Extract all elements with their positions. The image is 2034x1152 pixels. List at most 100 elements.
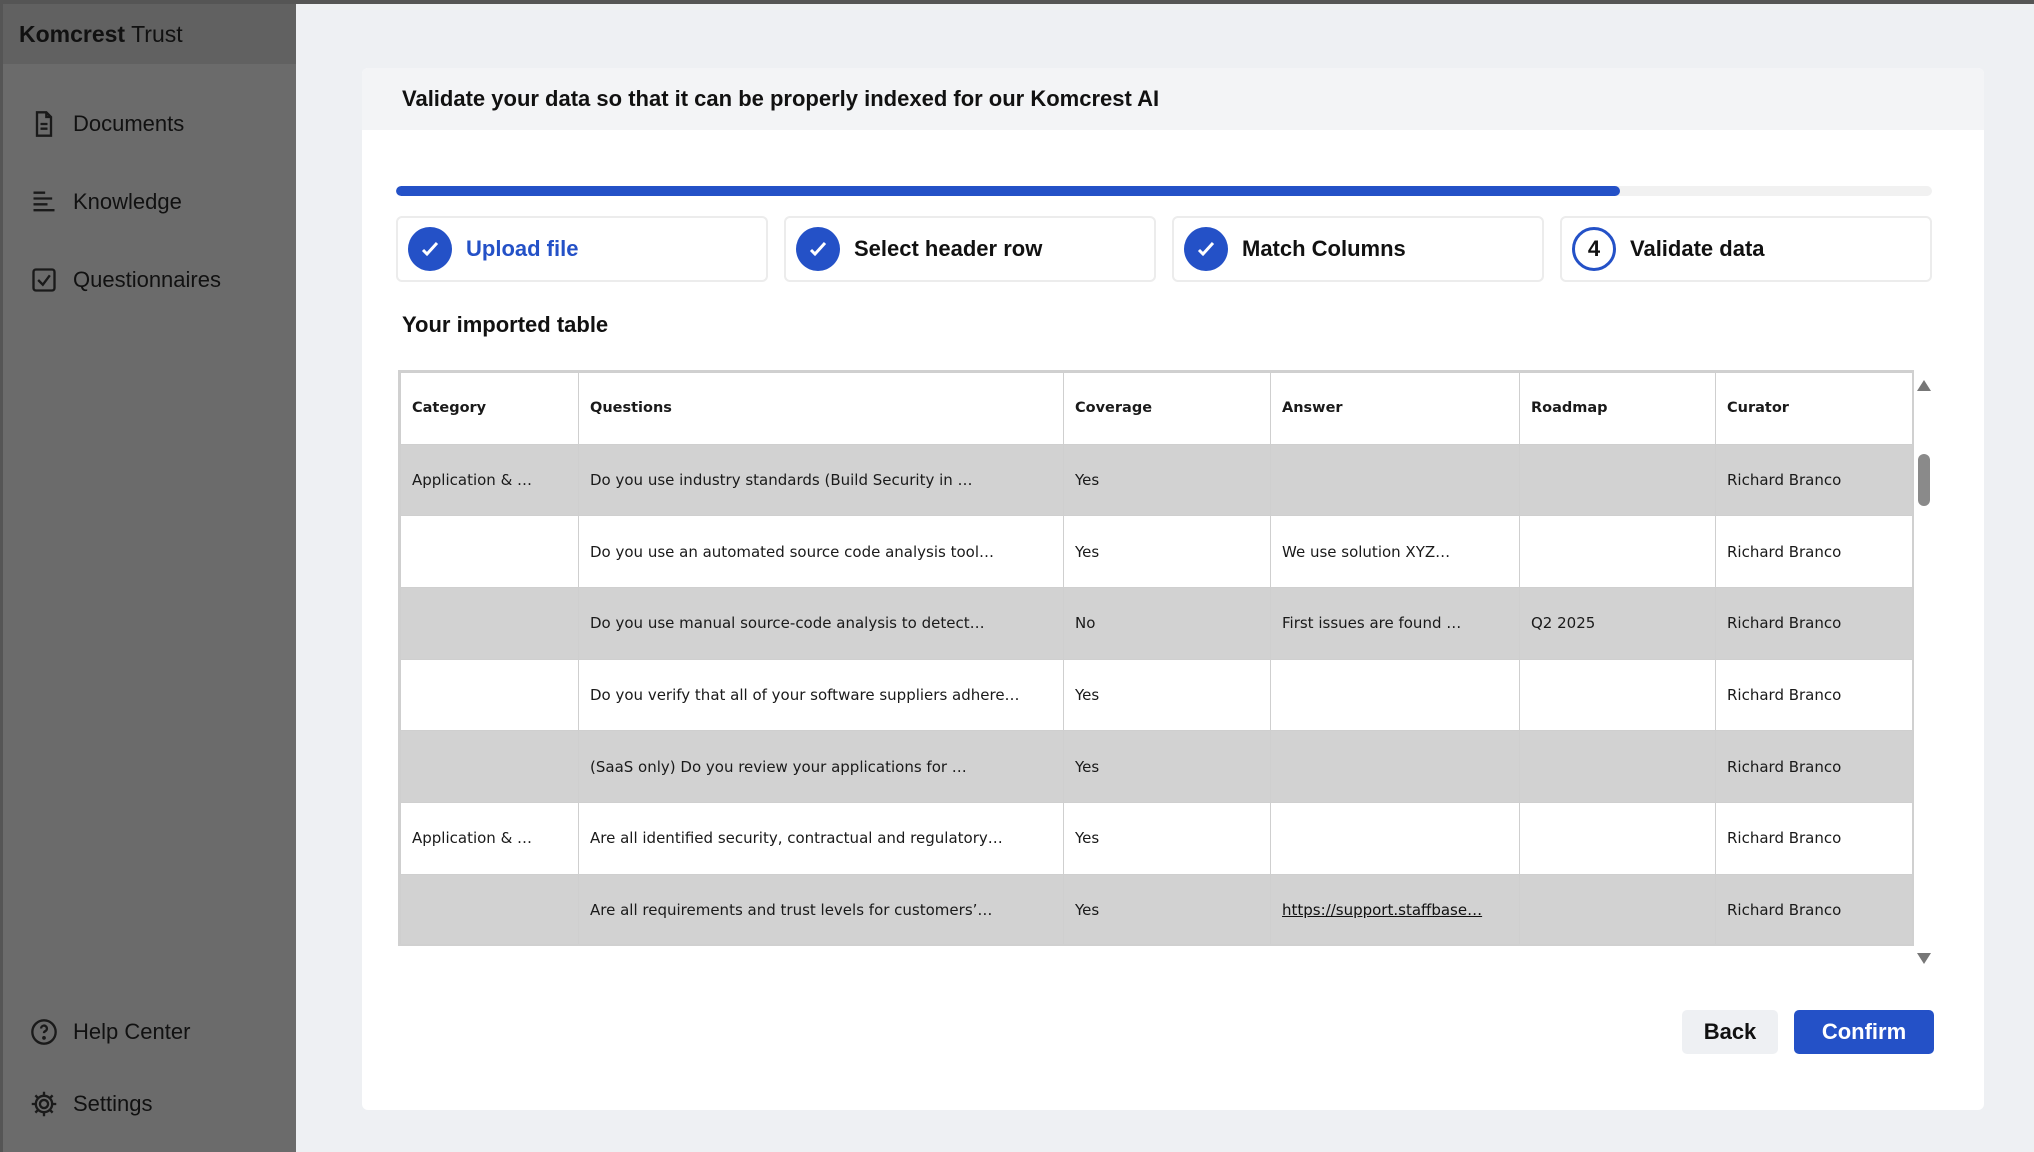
cell-answer[interactable]: https://support.staffbase… — [1270, 873, 1520, 944]
step-label: Match Columns — [1242, 236, 1406, 261]
cell-curator[interactable]: Richard Branco — [1715, 730, 1912, 804]
table-row[interactable]: (SaaS only) Do you review your applicati… — [400, 730, 1912, 804]
step-validate-data[interactable]: 4 Validate data — [1560, 216, 1932, 282]
cell-curator[interactable]: Richard Branco — [1715, 873, 1912, 944]
help-icon — [29, 1017, 59, 1047]
progress-bar — [396, 186, 1932, 196]
cell-question[interactable]: Do you use an automated source code anal… — [578, 515, 1064, 589]
sidebar-item-documents[interactable]: Documents — [3, 96, 296, 152]
confirm-button[interactable]: Confirm — [1794, 1010, 1934, 1054]
cell-category[interactable] — [400, 730, 579, 804]
cell-answer[interactable] — [1270, 443, 1520, 517]
cell-coverage[interactable]: Yes — [1063, 515, 1271, 589]
table-header-row: Category Questions Coverage Answer Roadm… — [400, 372, 1912, 445]
sidebar: Komcrest Trust Documents Knowledge Quest… — [0, 4, 296, 1152]
column-header-coverage[interactable]: Coverage — [1063, 372, 1271, 445]
sidebar-item-help-center[interactable]: Help Center — [3, 1004, 296, 1060]
cell-category[interactable]: Application & … — [400, 802, 579, 875]
back-button[interactable]: Back — [1682, 1010, 1778, 1054]
sidebar-item-questionnaires[interactable]: Questionnaires — [3, 252, 296, 308]
step-upload-file[interactable]: Upload file — [396, 216, 768, 282]
cell-coverage[interactable]: Yes — [1063, 730, 1271, 804]
check-icon — [408, 227, 452, 271]
gear-icon — [29, 1089, 59, 1119]
page-title: Validate your data so that it can be pro… — [362, 68, 1984, 130]
table-row[interactable]: Application & … Do you use industry stan… — [400, 443, 1912, 517]
step-match-columns[interactable]: Match Columns — [1172, 216, 1544, 282]
validate-data-card: Validate your data so that it can be pro… — [362, 68, 1984, 1110]
cell-roadmap[interactable] — [1519, 658, 1716, 732]
cell-answer[interactable]: First issues are found … — [1270, 587, 1520, 660]
imported-table: Category Questions Coverage Answer Roadm… — [398, 370, 1914, 946]
scroll-up-arrow-icon[interactable] — [1917, 380, 1931, 391]
cell-roadmap[interactable] — [1519, 802, 1716, 875]
cell-question[interactable]: (SaaS only) Do you review your applicati… — [578, 730, 1064, 804]
cell-coverage[interactable]: Yes — [1063, 658, 1271, 732]
list-icon — [29, 187, 59, 217]
column-header-questions[interactable]: Questions — [578, 372, 1064, 445]
cell-coverage[interactable]: Yes — [1063, 873, 1271, 944]
cell-roadmap[interactable] — [1519, 730, 1716, 804]
cell-coverage[interactable]: Yes — [1063, 443, 1271, 517]
sidebar-item-label: Help Center — [73, 1019, 191, 1044]
progress-bar-fill — [396, 186, 1621, 196]
table-row[interactable]: Are all requirements and trust levels fo… — [400, 873, 1912, 944]
step-number: 4 — [1572, 227, 1616, 271]
brand-logo: Komcrest Trust — [3, 4, 296, 64]
cell-question[interactable]: Are all identified security, contractual… — [578, 802, 1064, 875]
cell-category[interactable] — [400, 515, 579, 589]
cell-roadmap[interactable]: Q2 2025 — [1519, 587, 1716, 660]
table-scrollbar[interactable] — [1914, 370, 1934, 964]
cell-coverage[interactable]: No — [1063, 587, 1271, 660]
cell-question[interactable]: Do you use industry standards (Build Sec… — [578, 443, 1064, 517]
column-header-answer[interactable]: Answer — [1270, 372, 1520, 445]
answer-link[interactable]: https://support.staffbase… — [1282, 901, 1482, 919]
step-label: Validate data — [1630, 236, 1765, 261]
column-header-roadmap[interactable]: Roadmap — [1519, 372, 1716, 445]
sidebar-item-settings[interactable]: Settings — [3, 1076, 296, 1132]
table-row[interactable]: Application & … Are all identified secur… — [400, 802, 1912, 875]
step-label: Upload file — [466, 236, 579, 261]
table-section-title: Your imported table — [402, 312, 609, 337]
cell-category[interactable] — [400, 587, 579, 660]
cell-curator[interactable]: Richard Branco — [1715, 658, 1912, 732]
cell-roadmap[interactable] — [1519, 873, 1716, 944]
cell-question[interactable]: Are all requirements and trust levels fo… — [578, 873, 1064, 944]
scroll-down-arrow-icon[interactable] — [1917, 953, 1931, 964]
cell-curator[interactable]: Richard Branco — [1715, 802, 1912, 875]
cell-category[interactable]: Application & … — [400, 443, 579, 517]
stepper: Upload file Select header row Match Colu… — [396, 216, 1932, 282]
cell-coverage[interactable]: Yes — [1063, 802, 1271, 875]
cell-answer[interactable] — [1270, 658, 1520, 732]
scrollbar-thumb[interactable] — [1918, 454, 1930, 506]
column-header-category[interactable]: Category — [400, 372, 579, 445]
brand-suffix: Trust — [131, 20, 183, 47]
document-icon — [29, 109, 59, 139]
step-label: Select header row — [854, 236, 1043, 261]
sidebar-item-label: Questionnaires — [73, 267, 221, 292]
table-row[interactable]: Do you use manual source-code analysis t… — [400, 587, 1912, 660]
sidebar-item-label: Knowledge — [73, 189, 182, 214]
cell-roadmap[interactable] — [1519, 443, 1716, 517]
cell-answer[interactable] — [1270, 802, 1520, 875]
step-select-header-row[interactable]: Select header row — [784, 216, 1156, 282]
cell-curator[interactable]: Richard Branco — [1715, 515, 1912, 589]
check-icon — [1184, 227, 1228, 271]
table-row[interactable]: Do you use an automated source code anal… — [400, 515, 1912, 589]
cell-answer[interactable]: We use solution XYZ… — [1270, 515, 1520, 589]
sidebar-item-label: Documents — [73, 111, 185, 136]
column-header-curator[interactable]: Curator — [1715, 372, 1912, 445]
check-icon — [796, 227, 840, 271]
cell-curator[interactable]: Richard Branco — [1715, 443, 1912, 517]
checkbox-icon — [29, 265, 59, 295]
cell-curator[interactable]: Richard Branco — [1715, 587, 1912, 660]
cell-roadmap[interactable] — [1519, 515, 1716, 589]
sidebar-item-label: Settings — [73, 1091, 153, 1116]
cell-category[interactable] — [400, 658, 579, 732]
table-row[interactable]: Do you verify that all of your software … — [400, 658, 1912, 732]
cell-question[interactable]: Do you use manual source-code analysis t… — [578, 587, 1064, 660]
cell-question[interactable]: Do you verify that all of your software … — [578, 658, 1064, 732]
cell-answer[interactable] — [1270, 730, 1520, 804]
cell-category[interactable] — [400, 873, 579, 944]
sidebar-item-knowledge[interactable]: Knowledge — [3, 174, 296, 230]
